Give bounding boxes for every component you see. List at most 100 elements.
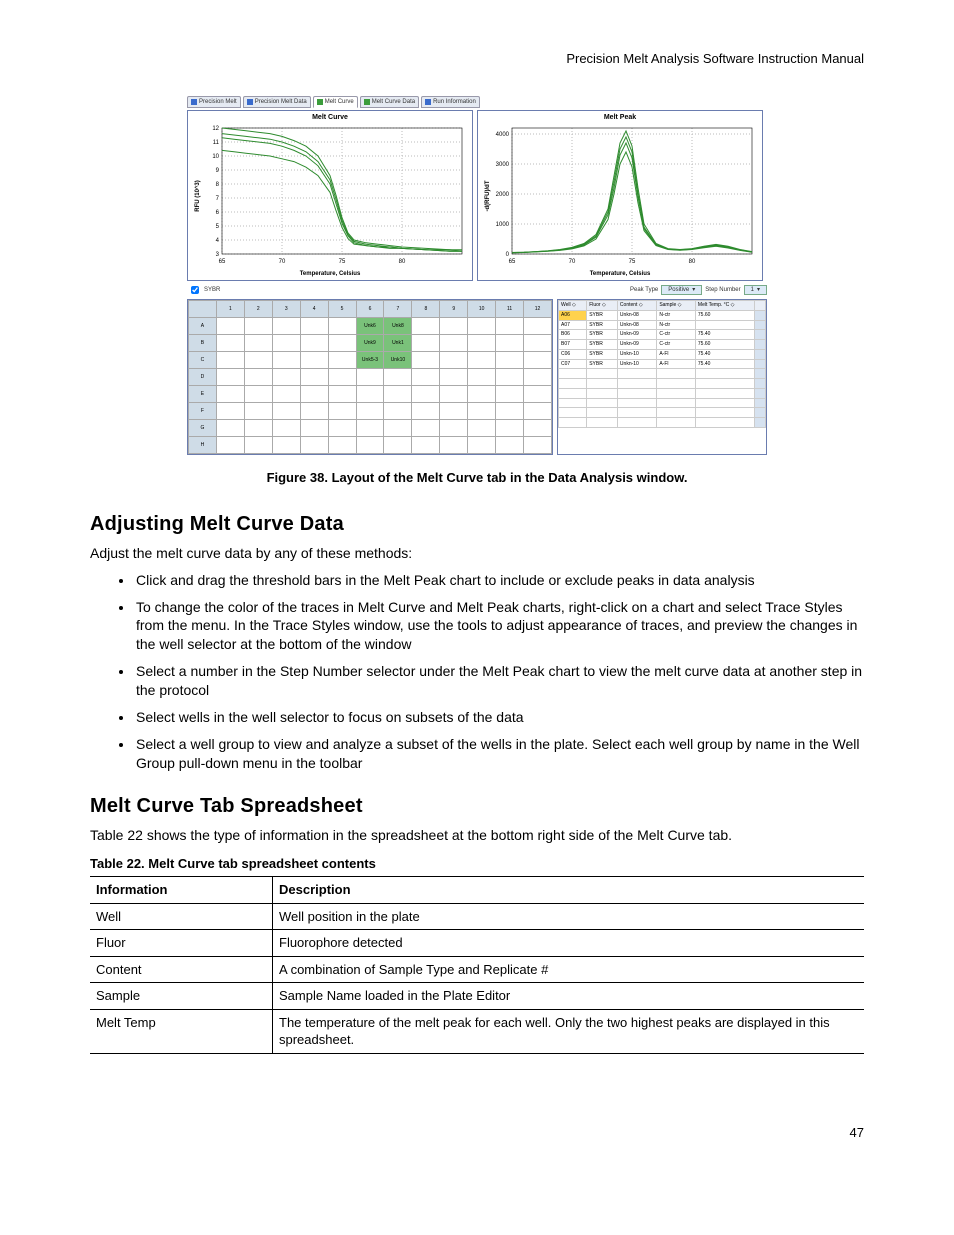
well-cell[interactable]: [412, 352, 440, 369]
well-cell[interactable]: [272, 386, 300, 403]
well-cell[interactable]: [216, 318, 244, 335]
well-cell[interactable]: [496, 318, 524, 335]
well-cell[interactable]: [300, 420, 328, 437]
well-cell[interactable]: [244, 386, 272, 403]
well-cell[interactable]: [216, 437, 244, 454]
well-cell[interactable]: [384, 369, 412, 386]
well-cell[interactable]: [524, 420, 552, 437]
well-cell[interactable]: [468, 437, 496, 454]
well-cell[interactable]: [496, 386, 524, 403]
well-cell[interactable]: [300, 386, 328, 403]
melt-spreadsheet[interactable]: Well ◇Fluor ◇Content ◇Sample ◇Melt Temp.…: [557, 299, 767, 455]
well-cell[interactable]: [524, 352, 552, 369]
well-cell[interactable]: [356, 386, 384, 403]
well-cell[interactable]: [384, 403, 412, 420]
well-cell[interactable]: [496, 335, 524, 352]
melt-curve-chart[interactable]: Melt Curve 657075803456789101112RFU (10^…: [187, 110, 473, 282]
table-row[interactable]: A06SYBRUnkn-08N-ctr75.60: [559, 310, 766, 320]
well-cell[interactable]: [468, 335, 496, 352]
well-cell[interactable]: [412, 335, 440, 352]
well-cell[interactable]: [440, 386, 468, 403]
well-cell[interactable]: [356, 403, 384, 420]
well-cell[interactable]: Unk10: [384, 352, 412, 369]
well-cell[interactable]: [272, 437, 300, 454]
well-cell[interactable]: [216, 369, 244, 386]
table-row[interactable]: A07SYBRUnkn-08N-ctr: [559, 320, 766, 330]
well-cell[interactable]: [496, 352, 524, 369]
peak-type-dropdown[interactable]: Positive▾: [661, 285, 702, 295]
well-cell[interactable]: [244, 352, 272, 369]
well-cell[interactable]: [300, 318, 328, 335]
table-row[interactable]: C07SYBRUnkn-10A-Fl75.40: [559, 359, 766, 369]
well-cell[interactable]: [300, 437, 328, 454]
well-cell[interactable]: [272, 403, 300, 420]
well-cell[interactable]: [216, 352, 244, 369]
table-row[interactable]: B07SYBRUnkn-09C-ctr75.60: [559, 340, 766, 350]
tab-precision-melt-data[interactable]: Precision Melt Data: [243, 96, 311, 108]
well-cell[interactable]: [328, 437, 356, 454]
well-cell[interactable]: [440, 335, 468, 352]
well-cell[interactable]: [384, 420, 412, 437]
well-cell[interactable]: [244, 437, 272, 454]
well-cell[interactable]: [300, 369, 328, 386]
well-cell[interactable]: [244, 403, 272, 420]
well-cell[interactable]: [524, 318, 552, 335]
well-cell[interactable]: [412, 437, 440, 454]
well-cell[interactable]: Unk9: [356, 335, 384, 352]
well-cell[interactable]: [496, 420, 524, 437]
well-cell[interactable]: [244, 335, 272, 352]
well-cell[interactable]: [440, 403, 468, 420]
well-cell[interactable]: [216, 386, 244, 403]
well-cell[interactable]: [384, 437, 412, 454]
well-cell[interactable]: [272, 352, 300, 369]
well-cell[interactable]: [216, 420, 244, 437]
well-cell[interactable]: [300, 335, 328, 352]
well-cell[interactable]: [412, 369, 440, 386]
well-cell[interactable]: [412, 386, 440, 403]
well-cell[interactable]: [328, 420, 356, 437]
well-cell[interactable]: [244, 318, 272, 335]
well-cell[interactable]: [356, 369, 384, 386]
well-cell[interactable]: [272, 318, 300, 335]
well-cell[interactable]: [496, 403, 524, 420]
well-cell[interactable]: [216, 403, 244, 420]
well-cell[interactable]: [328, 335, 356, 352]
tab-run-information[interactable]: Run Information: [421, 96, 480, 108]
well-selector-plate[interactable]: 123456789101112AUnk6Unk8BUnk9Unk1CUnk5-3…: [187, 299, 553, 455]
well-cell[interactable]: [300, 352, 328, 369]
well-cell[interactable]: Unk6: [356, 318, 384, 335]
well-cell[interactable]: [468, 318, 496, 335]
well-cell[interactable]: [328, 369, 356, 386]
well-cell[interactable]: [468, 369, 496, 386]
well-cell[interactable]: [272, 369, 300, 386]
well-cell[interactable]: [440, 318, 468, 335]
table-row[interactable]: C06SYBRUnkn-10A-Fl75.40: [559, 349, 766, 359]
well-cell[interactable]: [468, 420, 496, 437]
well-cell[interactable]: [244, 420, 272, 437]
well-cell[interactable]: [272, 420, 300, 437]
well-cell[interactable]: [384, 386, 412, 403]
well-cell[interactable]: [244, 369, 272, 386]
well-cell[interactable]: [524, 403, 552, 420]
well-cell[interactable]: [524, 437, 552, 454]
tab-melt-curve-data[interactable]: Melt Curve Data: [360, 96, 419, 108]
tab-melt-curve[interactable]: Melt Curve: [313, 96, 358, 108]
well-cell[interactable]: [496, 369, 524, 386]
well-cell[interactable]: [412, 420, 440, 437]
well-cell[interactable]: [356, 420, 384, 437]
table-row[interactable]: B06SYBRUnkn-09C-ctr75.40: [559, 330, 766, 340]
well-cell[interactable]: [440, 352, 468, 369]
well-cell[interactable]: [328, 386, 356, 403]
well-cell[interactable]: [412, 318, 440, 335]
well-cell[interactable]: [328, 352, 356, 369]
well-cell[interactable]: [468, 403, 496, 420]
sybr-checkbox[interactable]: [191, 286, 199, 294]
well-cell[interactable]: [328, 318, 356, 335]
well-cell[interactable]: [272, 335, 300, 352]
well-cell[interactable]: Unk8: [384, 318, 412, 335]
well-cell[interactable]: [440, 420, 468, 437]
well-cell[interactable]: [496, 437, 524, 454]
tab-precision-melt[interactable]: Precision Melt: [187, 96, 241, 108]
well-cell[interactable]: [440, 437, 468, 454]
well-cell[interactable]: Unk1: [384, 335, 412, 352]
